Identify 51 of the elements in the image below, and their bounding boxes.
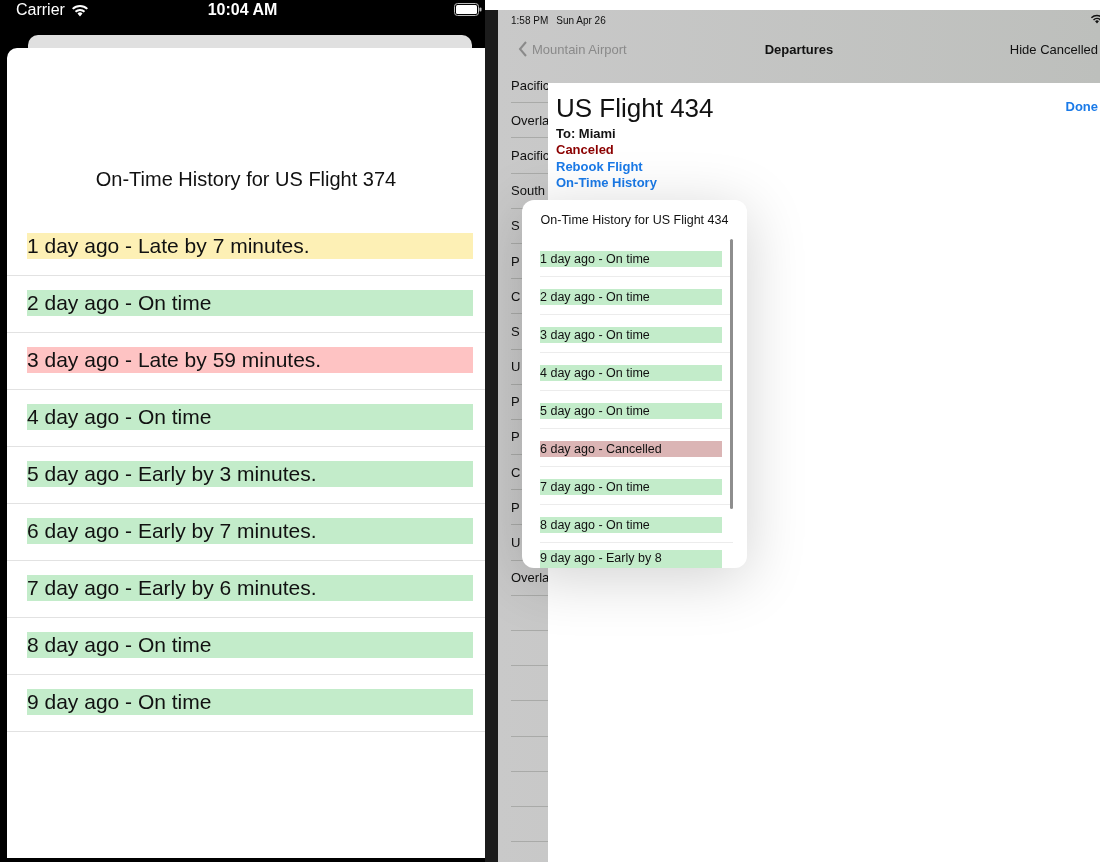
history-entry: 6 day ago - Early by 7 minutes. — [27, 518, 473, 544]
status-date: Sun Apr 26 — [556, 14, 606, 26]
flight-row-label[interactable]: P — [511, 499, 520, 515]
flight-row-label[interactable]: U — [511, 359, 521, 375]
history-entry: 2 day ago - On time — [27, 290, 473, 316]
action-link[interactable]: Rebook Flight — [556, 158, 643, 175]
status-time: 1:58 PM — [511, 14, 549, 26]
flight-row-label[interactable]: P — [511, 394, 520, 410]
history-entry: 1 day ago - On time — [540, 251, 722, 267]
history-entry: 5 day ago - Early by 3 minutes. — [27, 461, 473, 487]
flight-row-label[interactable]: South — [511, 183, 545, 199]
flight-status: Canceled — [556, 142, 614, 159]
done-button[interactable]: Done — [1065, 99, 1098, 114]
history-entry: 7 day ago - On time — [540, 479, 722, 495]
chevron-left-icon — [518, 41, 528, 57]
history-entry: 3 day ago - Late by 59 minutes. — [27, 347, 473, 373]
history-entry: 3 day ago - On time — [540, 327, 722, 343]
carrier-label: Carrier — [16, 1, 65, 19]
flight-row-label[interactable]: U — [511, 535, 521, 551]
flight-row-label[interactable]: Overla — [511, 570, 550, 586]
sheet-title: On-Time History for US Flight 374 — [94, 167, 398, 192]
history-entry: 4 day ago - On time — [27, 404, 473, 430]
history-entry: 8 day ago - On time — [27, 632, 473, 658]
flight-row-label[interactable]: P — [511, 253, 520, 269]
action-link[interactable]: On-Time History — [556, 174, 657, 192]
history-entry: 9 day ago - On time — [27, 689, 473, 715]
history-entry: 4 day ago - On time — [540, 365, 722, 381]
nav-title: Departures — [763, 41, 835, 57]
history-entry: 5 day ago - On time — [540, 403, 722, 419]
flight-row-label[interactable]: Overla — [511, 112, 550, 128]
popover-title: On-Time History for US Flight 434 — [539, 213, 730, 227]
flight-row-label[interactable]: S — [511, 323, 520, 339]
wifi-icon — [1090, 14, 1100, 24]
flight-title: US Flight 434 — [556, 93, 714, 124]
history-entry: 8 day ago - On time — [540, 517, 722, 533]
flight-row-label[interactable]: Pacific — [511, 147, 550, 163]
history-entry: 7 day ago - Early by 6 minutes. — [27, 575, 473, 601]
history-entry: 2 day ago - On time — [540, 289, 722, 305]
hide-cancelled-button[interactable]: Hide Cancelled — [1009, 41, 1100, 57]
history-entry: 1 day ago - Late by 7 minutes. — [27, 233, 473, 259]
history-entry: 6 day ago - Cancelled — [540, 441, 722, 457]
flight-row-label[interactable]: C — [511, 464, 521, 480]
destination-label: To: Miami — [556, 126, 616, 143]
flight-row-label[interactable]: Pacific — [511, 77, 550, 93]
flight-row-label[interactable]: C — [511, 288, 521, 304]
flight-row-label[interactable]: S — [511, 218, 520, 234]
battery-icon — [454, 3, 482, 16]
wifi-icon — [70, 3, 89, 17]
flight-row-label[interactable]: P — [511, 429, 520, 445]
status-time: 10:04 AM — [206, 1, 279, 19]
history-entry: 9 day ago - Early by 8 — [540, 550, 722, 568]
